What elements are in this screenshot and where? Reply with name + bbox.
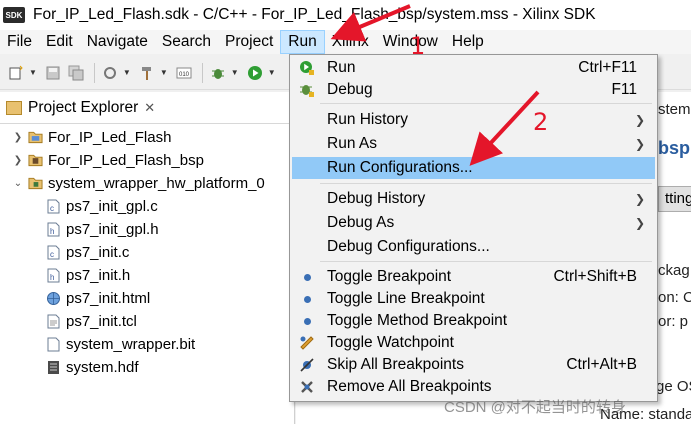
annotation-arrows — [330, 4, 540, 166]
annotation-arrow-2 — [469, 90, 540, 166]
annotation-step-2: 2 — [533, 108, 549, 136]
annotation-step-1: 1 — [410, 32, 426, 60]
annotation-arrow-1 — [330, 4, 411, 42]
xilinx-sdk-window: SDK For_IP_Led_Flash.sdk - C/C++ - For_I… — [0, 0, 691, 424]
watermark: CSDN @对不起当时的转身 — [444, 399, 626, 416]
